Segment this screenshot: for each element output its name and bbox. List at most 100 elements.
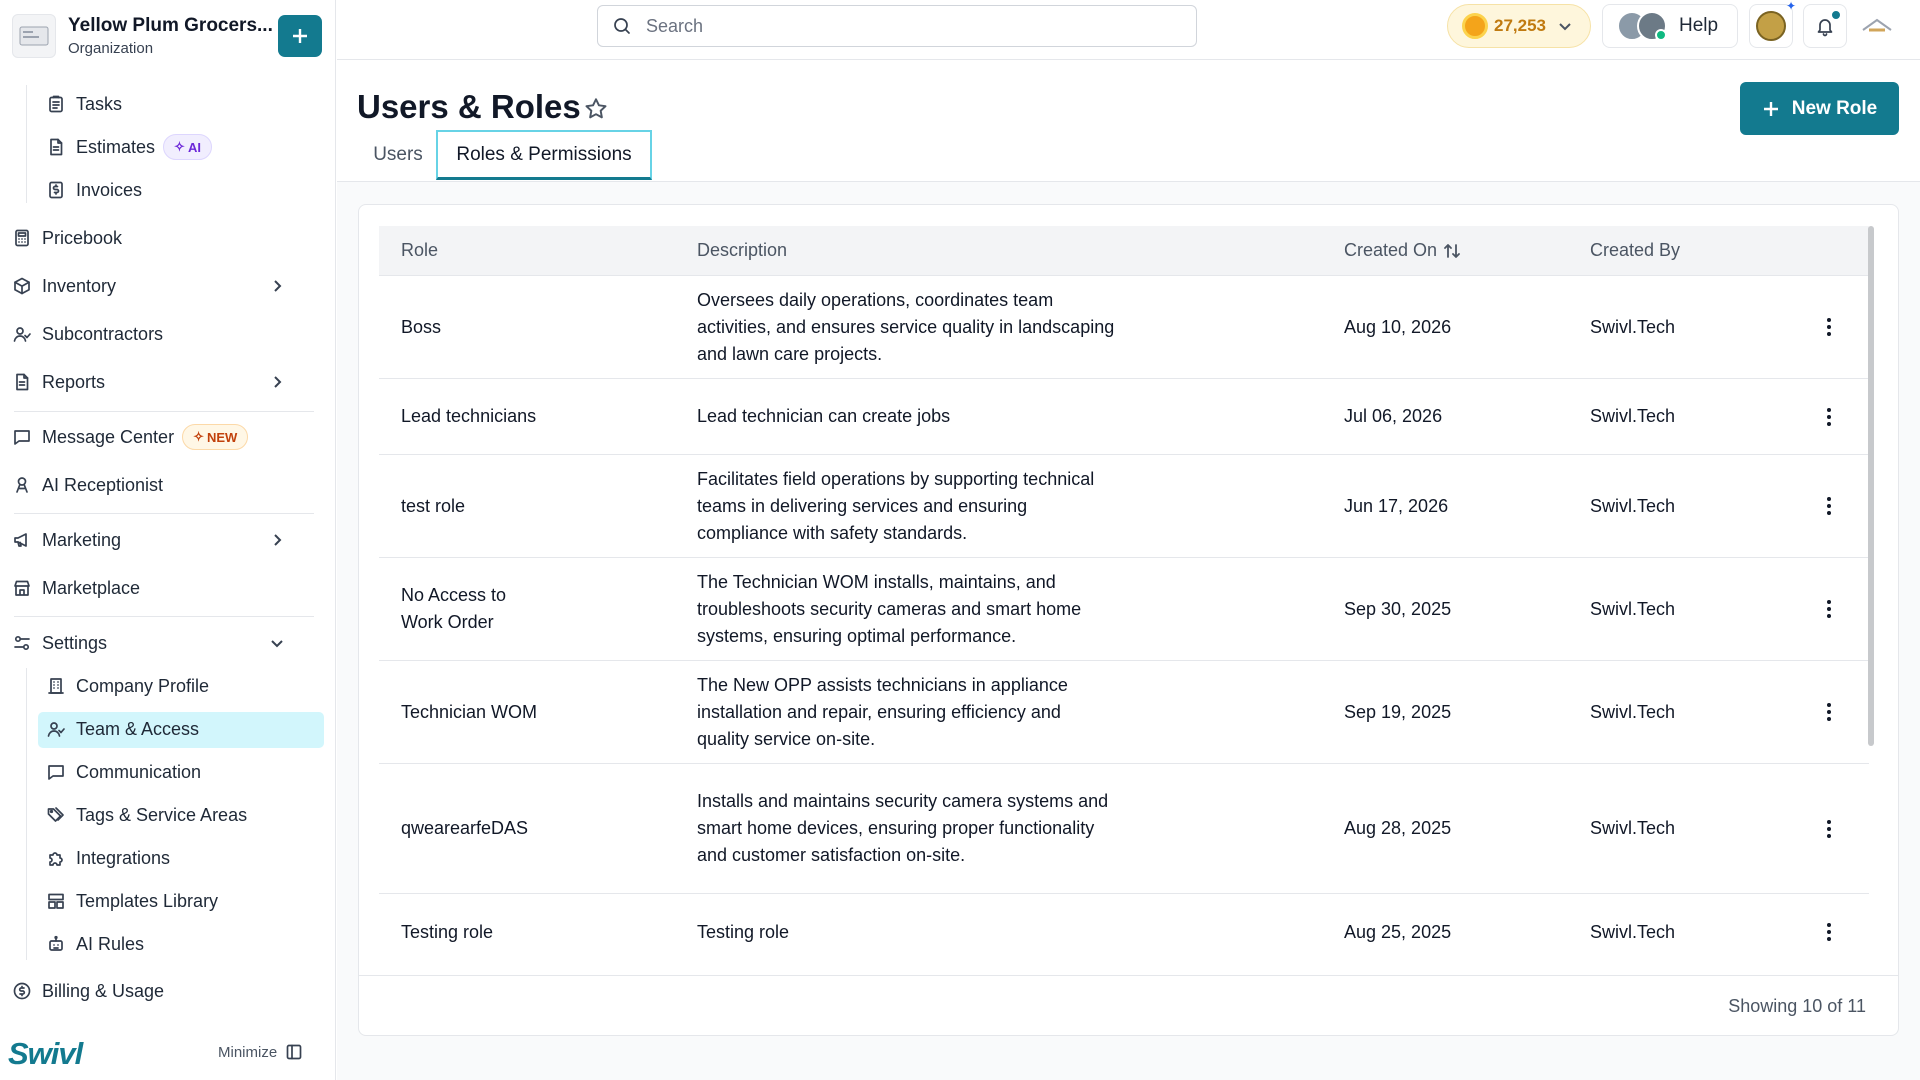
new-badge: ✧ NEW: [182, 424, 249, 450]
clipboard-icon: [46, 94, 66, 114]
add-button[interactable]: [278, 15, 322, 57]
table-row[interactable]: test role Facilitates field operations b…: [379, 455, 1869, 558]
tab-label: Users: [373, 144, 423, 165]
sidebar-item-estimates[interactable]: Estimates ✧ AI: [46, 128, 212, 166]
column-header-label: Created On: [1344, 240, 1438, 260]
invoice-icon: [46, 180, 66, 200]
row-actions-button[interactable]: [1809, 661, 1849, 763]
org-subtitle: Organization: [68, 40, 154, 57]
row-actions-button[interactable]: [1809, 455, 1849, 557]
points-button[interactable]: 27,253: [1447, 4, 1591, 48]
sidebar-item-label: Tasks: [76, 93, 123, 114]
report-icon: [12, 372, 32, 392]
created-by-cell: Swivl.Tech: [1590, 495, 1676, 516]
kebab-menu-icon: [1826, 702, 1832, 722]
column-header-description[interactable]: Description: [697, 240, 787, 261]
sidebar-item-message-center[interactable]: Message Center ✧ NEW: [12, 418, 249, 456]
sidebar-item-communication[interactable]: Communication: [46, 753, 201, 791]
column-header-created-on[interactable]: Created On: [1344, 240, 1461, 261]
sidebar-item-label: Pricebook: [42, 227, 123, 248]
description-cell: Oversees daily operations, coordinates t…: [697, 289, 1115, 364]
globe-icon: [1756, 11, 1786, 41]
role-cell: Technician WOM: [401, 701, 538, 722]
sidebar-item-invoices[interactable]: Invoices: [46, 171, 142, 209]
help-button[interactable]: Help: [1602, 4, 1738, 48]
favorite-star-icon[interactable]: [583, 96, 609, 122]
document-icon: [46, 137, 66, 157]
sidebar-item-team-access[interactable]: Team & Access: [46, 710, 199, 748]
sidebar-item-tags-service-areas[interactable]: Tags & Service Areas: [46, 796, 247, 834]
description-cell: The Technician WOM installs, maintains, …: [697, 571, 1082, 646]
created-on-cell: Aug 10, 2026: [1344, 316, 1452, 337]
pagination-status: Showing 10 of 11: [1728, 996, 1866, 1016]
robot-icon: [46, 934, 66, 954]
created-on-cell: Sep 30, 2025: [1344, 598, 1452, 619]
sidebar-item-label: Tags & Service Areas: [76, 804, 248, 825]
table-row[interactable]: Boss Oversees daily operations, coordina…: [379, 276, 1869, 379]
row-actions-button[interactable]: [1809, 894, 1849, 970]
sidebar-item-tasks[interactable]: Tasks: [46, 85, 122, 123]
sidebar-item-marketplace[interactable]: Marketplace: [12, 569, 140, 607]
chevron-down-icon: [268, 634, 286, 652]
table-scrollbar[interactable]: [1868, 226, 1874, 746]
role-cell: test role: [401, 495, 466, 516]
sidebar-item-label: AI Rules: [76, 933, 145, 954]
notifications-button[interactable]: [1803, 4, 1847, 48]
search-box[interactable]: [597, 5, 1197, 47]
sidebar-item-integrations[interactable]: Integrations: [46, 839, 170, 877]
sidebar-toggle-icon: [285, 1043, 303, 1061]
chevron-right-icon: [268, 277, 286, 295]
sidebar-item-ai-rules[interactable]: AI Rules: [46, 925, 144, 963]
sidebar-item-label: Message Center: [42, 426, 175, 447]
sidebar-item-label: Estimates: [76, 136, 156, 157]
minimize-button[interactable]: Minimize: [218, 1043, 303, 1061]
row-actions-button[interactable]: [1809, 558, 1849, 660]
sidebar-item-label: Inventory: [42, 275, 117, 296]
chat-icon: [46, 762, 66, 782]
column-header-created-by[interactable]: Created By: [1590, 240, 1680, 261]
tab-roles-permissions[interactable]: Roles & Permissions: [436, 130, 652, 180]
divider: [14, 513, 314, 514]
sidebar-item-marketing[interactable]: Marketing: [12, 521, 312, 559]
plus-icon: [1763, 101, 1778, 116]
sidebar-item-pricebook[interactable]: Pricebook: [12, 219, 122, 257]
divider: [14, 411, 314, 412]
search-input[interactable]: [646, 15, 1166, 37]
row-actions-button[interactable]: [1809, 276, 1849, 378]
sidebar-item-billing-usage[interactable]: Billing & Usage: [12, 972, 164, 1010]
created-by-cell: Swivl.Tech: [1590, 598, 1676, 619]
org-switcher[interactable]: Yellow Plum Grocers... Organization: [12, 12, 322, 60]
row-actions-button[interactable]: [1809, 764, 1849, 893]
table-row[interactable]: qwearearfeDAS Installs and maintains sec…: [379, 764, 1869, 894]
user-menu-icon[interactable]: [1859, 10, 1895, 40]
new-role-button[interactable]: New Role: [1740, 82, 1899, 135]
help-label: Help: [1679, 15, 1719, 36]
tab-users[interactable]: Users: [358, 130, 438, 180]
sort-icon[interactable]: [1443, 241, 1461, 261]
sidebar-item-templates-library[interactable]: Templates Library: [46, 882, 218, 920]
kebab-menu-icon: [1826, 819, 1832, 839]
row-actions-button[interactable]: [1809, 379, 1849, 454]
table-row[interactable]: Testing role Testing role Aug 25, 2025 S…: [379, 894, 1869, 970]
ai-assistant-button[interactable]: ✦: [1749, 0, 1796, 48]
table-row[interactable]: No Access to Work Order The Technician W…: [379, 558, 1869, 661]
swivl-logo: Swivl: [8, 1036, 83, 1071]
chevron-down-icon: [1556, 17, 1574, 35]
sidebar-item-label: Settings: [42, 632, 108, 653]
sidebar-item-subcontractors[interactable]: Subcontractors: [12, 315, 163, 353]
column-header-role[interactable]: Role: [401, 240, 438, 261]
sparkle-icon: ✦: [1785, 0, 1796, 13]
puzzle-icon: [46, 848, 66, 868]
sidebar-item-label: AI Receptionist: [42, 474, 164, 495]
table-row[interactable]: Technician WOM The New OPP assists techn…: [379, 661, 1869, 764]
sidebar-item-company-profile[interactable]: Company Profile: [46, 667, 209, 705]
sidebar-item-ai-receptionist[interactable]: AI Receptionist: [12, 466, 163, 504]
sidebar-item-settings[interactable]: Settings: [12, 624, 312, 662]
table-row[interactable]: Lead technicians Lead technician can cre…: [379, 379, 1869, 455]
sidebar-item-reports[interactable]: Reports: [12, 363, 312, 401]
store-icon: [12, 578, 32, 598]
sidebar-item-inventory[interactable]: Inventory: [12, 267, 312, 305]
created-by-cell: Swivl.Tech: [1590, 406, 1676, 426]
building-icon: [46, 676, 66, 696]
kebab-menu-icon: [1826, 317, 1832, 337]
